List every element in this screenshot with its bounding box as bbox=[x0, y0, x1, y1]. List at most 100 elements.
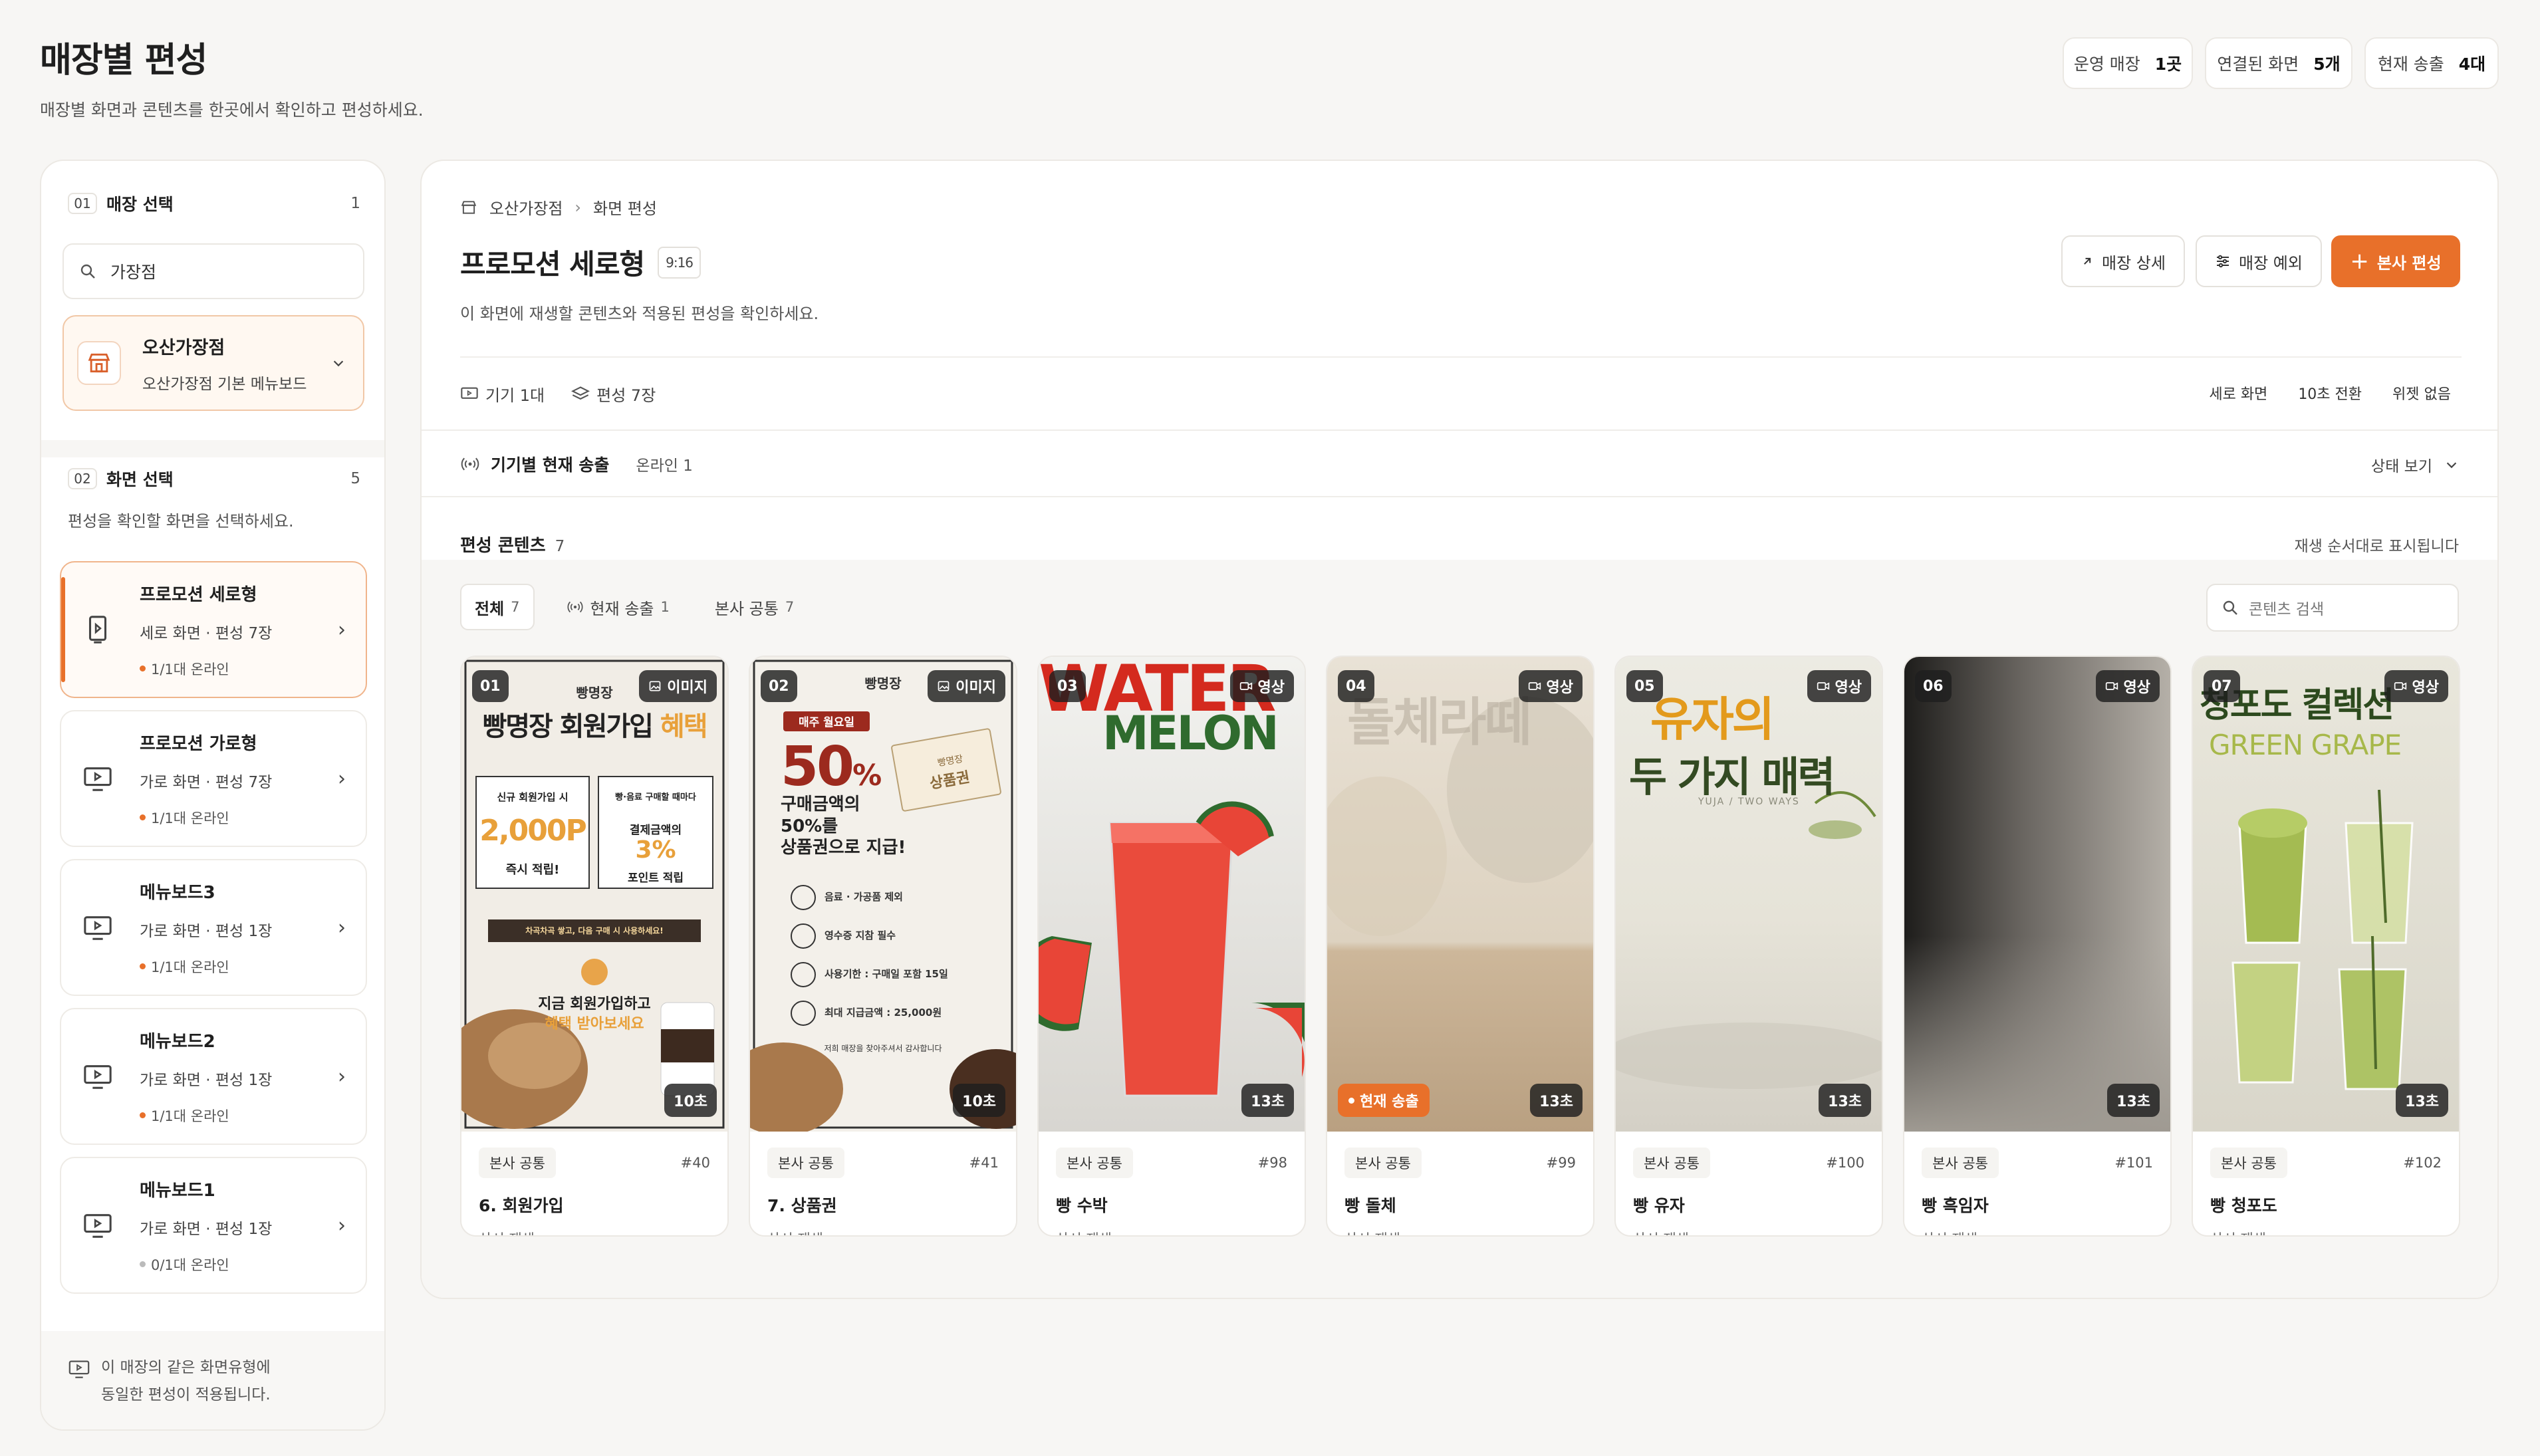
content-card[interactable]: 돌체라떼 04 영상 현재 송출 13초 본사 공통#99 빵 돌체 상시 재생 bbox=[1326, 656, 1594, 1237]
content-info: 본사 공통#102 빵 청포도 상시 재생 bbox=[2193, 1132, 2459, 1235]
tab-hq-common[interactable]: 본사 공통 7 bbox=[701, 584, 807, 630]
page-title: 매장별 편성 bbox=[40, 41, 207, 80]
order-note: 재생 순서대로 표시됩니다 bbox=[2294, 538, 2459, 555]
screen-item-menuboard2[interactable]: 메뉴보드2 가로 화면 · 편성 1장 1/1대 온라인 › bbox=[60, 1008, 367, 1145]
divider bbox=[460, 356, 2462, 358]
screen-item-promo-horizontal[interactable]: 프로모션 가로형 가로 화면 · 편성 7장 1/1대 온라인 › bbox=[60, 710, 367, 847]
content-info: 본사 공통#100 빵 유자 상시 재생 bbox=[1616, 1132, 1882, 1235]
content-card[interactable]: WATER MELON 03 영상 13초 본사 공통#98 빵 수박 상시 재… bbox=[1037, 656, 1306, 1237]
video-icon bbox=[1528, 682, 1541, 690]
monitor-icon bbox=[461, 387, 478, 399]
breadcrumb-store[interactable]: 오산가장점 bbox=[489, 195, 563, 219]
search-icon bbox=[80, 264, 95, 279]
broadcast-icon bbox=[567, 601, 583, 613]
screen-item-menuboard3[interactable]: 메뉴보드3 가로 화면 · 편성 1장 1/1대 온라인 › bbox=[60, 859, 367, 996]
horizontal-screen-icon bbox=[84, 916, 112, 940]
arrow-up-right-icon bbox=[2084, 257, 2091, 265]
content-info: 본사 공통#101 빵 흑임자 상시 재생 bbox=[1904, 1132, 2170, 1235]
chevron-right-icon: › bbox=[338, 1064, 346, 1088]
hq-schedule-button[interactable]: + 본사 편성 bbox=[2331, 235, 2460, 287]
content-card[interactable]: 청포도 컬렉션 GREEN GRAPE 07 영상 13초 본사 공통 #102 … bbox=[2192, 656, 2460, 1237]
store-search-input[interactable]: 가장점 bbox=[63, 243, 364, 299]
chevron-right-icon: › bbox=[338, 618, 346, 642]
content-info: 본사 공통#98 빵 수박 상시 재생 bbox=[1039, 1132, 1305, 1235]
video-icon bbox=[2105, 682, 2118, 690]
video-icon bbox=[2394, 682, 2406, 690]
content-card[interactable]: 빵명장 매주 월요일 50% 구매금액의 50%를 상품권으로 지급! 빵명장 … bbox=[749, 656, 1017, 1237]
horizontal-screen-icon bbox=[84, 767, 112, 791]
store-exception-button[interactable]: 매장 예외 bbox=[2196, 235, 2322, 287]
screen-meta: 기기 1대 편성 7장 bbox=[460, 382, 656, 406]
content-info: 본사 공통#99 빵 돌체 상시 재생 bbox=[1327, 1132, 1593, 1235]
chevron-right-icon: › bbox=[574, 197, 582, 217]
video-type-badge: 영상 bbox=[2095, 670, 2160, 702]
store-board: 오산가장점 기본 메뉴보드 bbox=[142, 375, 307, 393]
video-icon bbox=[1817, 682, 1829, 690]
ratio-badge: 9:16 bbox=[658, 246, 701, 279]
tab-live[interactable]: 현재 송출 1 bbox=[553, 584, 683, 630]
left-panel: 01 매장 선택 1 가장점 오산가장점 오산가장점 기본 메뉴보드 02 화면… bbox=[40, 160, 386, 1431]
content-card[interactable]: 유자의 두 가지 매력 YUJA / TWO WAYS 05 영상 13초 본사… bbox=[1614, 656, 1883, 1237]
image-icon bbox=[938, 681, 950, 691]
footer-note: 이 매장의 같은 화면유형에 동일한 편성이 적용됩니다. bbox=[101, 1359, 271, 1404]
broadcast-icon bbox=[461, 457, 479, 471]
screen-item-promo-vertical[interactable]: 프로모션 세로형 세로 화면 · 편성 7장 1/1대 온라인 › bbox=[60, 561, 367, 698]
store-icon bbox=[461, 200, 477, 214]
store-detail-button[interactable]: 매장 상세 bbox=[2061, 235, 2185, 287]
video-icon bbox=[1239, 682, 1252, 690]
search-icon bbox=[2223, 600, 2237, 615]
screen-item-menuboard1[interactable]: 메뉴보드1 가로 화면 · 편성 1장 0/1대 온라인 › bbox=[60, 1157, 367, 1294]
tab-all[interactable]: 전체 7 bbox=[460, 584, 535, 630]
content-card[interactable]: 빵명장 빵명장 회원가입 혜택 신규 회원가입 시 2,000P 즉시 적립! … bbox=[460, 656, 729, 1237]
main-panel: 오산가장점 › 화면 편성 프로모션 세로형 9:16 이 화면에 재생할 콘텐… bbox=[420, 160, 2499, 1299]
layers-icon bbox=[571, 386, 590, 400]
chevron-right-icon: › bbox=[338, 767, 346, 790]
screen-info-icon bbox=[68, 1360, 90, 1378]
video-type-badge: 영상 bbox=[1518, 670, 1583, 702]
screen-tags: 세로 화면 10초 전환 위젯 없음 bbox=[2209, 386, 2451, 403]
store-section-header: 01 매장 선택 1 bbox=[68, 191, 360, 215]
divider bbox=[422, 429, 2497, 431]
content-info: 본사 공통#41 7. 상품권 상시 재생 bbox=[750, 1132, 1016, 1235]
filter-tabs: 전체 7 현재 송출 1 본사 공통 7 bbox=[460, 584, 807, 630]
content-card[interactable]: 06 영상 13초 본사 공통#101 빵 흑임자 상시 재생 bbox=[1903, 656, 2172, 1237]
content-thumbnail: 돌체라떼 bbox=[1327, 657, 1593, 1132]
horizontal-screen-icon bbox=[84, 1065, 112, 1089]
stat-stores: 운영 매장 1곳 bbox=[2063, 37, 2193, 89]
live-broadcast-row: 기기별 현재 송출 온라인 1 bbox=[460, 452, 693, 476]
store-name: 오산가장점 bbox=[142, 337, 225, 358]
store-icon bbox=[77, 341, 121, 385]
screen-hint: 편성을 확인할 화면을 선택하세요. bbox=[68, 512, 294, 531]
image-type-badge: 이미지 bbox=[928, 670, 1005, 702]
horizontal-screen-icon bbox=[84, 1214, 112, 1238]
content-info: 본사 공통#40 6. 회원가입 상시 재생 bbox=[461, 1132, 727, 1235]
image-icon bbox=[649, 681, 661, 691]
content-thumbnail: 유자의 두 가지 매력 YUJA / TWO WAYS bbox=[1616, 657, 1882, 1132]
divider bbox=[422, 496, 2497, 497]
selected-store-card[interactable]: 오산가장점 오산가장점 기본 메뉴보드 bbox=[63, 315, 364, 411]
video-type-badge: 영상 bbox=[1807, 670, 1871, 702]
screen-subtitle: 이 화면에 재생할 콘텐츠와 적용된 편성을 확인하세요. bbox=[460, 304, 819, 323]
vertical-screen-icon bbox=[88, 616, 107, 644]
live-badge: 현재 송출 bbox=[1338, 1084, 1430, 1117]
content-thumbnail bbox=[1904, 657, 2170, 1132]
stat-screens: 연결된 화면 5개 bbox=[2205, 37, 2352, 89]
content-thumbnail: 빵명장 빵명장 회원가입 혜택 신규 회원가입 시 2,000P 즉시 적립! … bbox=[461, 657, 727, 1132]
status-view-toggle[interactable]: 상태 보기 bbox=[2371, 453, 2459, 476]
stat-live: 현재 송출 4대 bbox=[2364, 37, 2499, 89]
sliders-icon bbox=[2217, 255, 2229, 268]
content-search-input[interactable]: 콘텐츠 검색 bbox=[2206, 584, 2459, 632]
chevron-down-icon bbox=[2446, 462, 2457, 469]
breadcrumb: 오산가장점 › 화면 편성 bbox=[460, 195, 657, 219]
screen-section-header: 02 화면 선택 5 bbox=[68, 467, 360, 491]
plus-icon: + bbox=[2350, 248, 2369, 275]
chevron-down-icon bbox=[333, 360, 344, 367]
image-type-badge: 이미지 bbox=[639, 670, 717, 702]
page-subtitle: 매장별 화면과 콘텐츠를 한곳에서 확인하고 편성하세요. bbox=[40, 100, 424, 120]
content-thumbnail: 청포도 컬렉션 GREEN GRAPE bbox=[2193, 657, 2459, 1132]
content-thumbnail: 빵명장 매주 월요일 50% 구매금액의 50%를 상품권으로 지급! 빵명장 … bbox=[750, 657, 1016, 1132]
chevron-right-icon: › bbox=[338, 1213, 346, 1237]
content-thumbnail: WATER MELON bbox=[1039, 657, 1305, 1132]
video-type-badge: 영상 bbox=[2384, 670, 2448, 702]
contents-header: 편성 콘텐츠 7 bbox=[460, 536, 565, 556]
